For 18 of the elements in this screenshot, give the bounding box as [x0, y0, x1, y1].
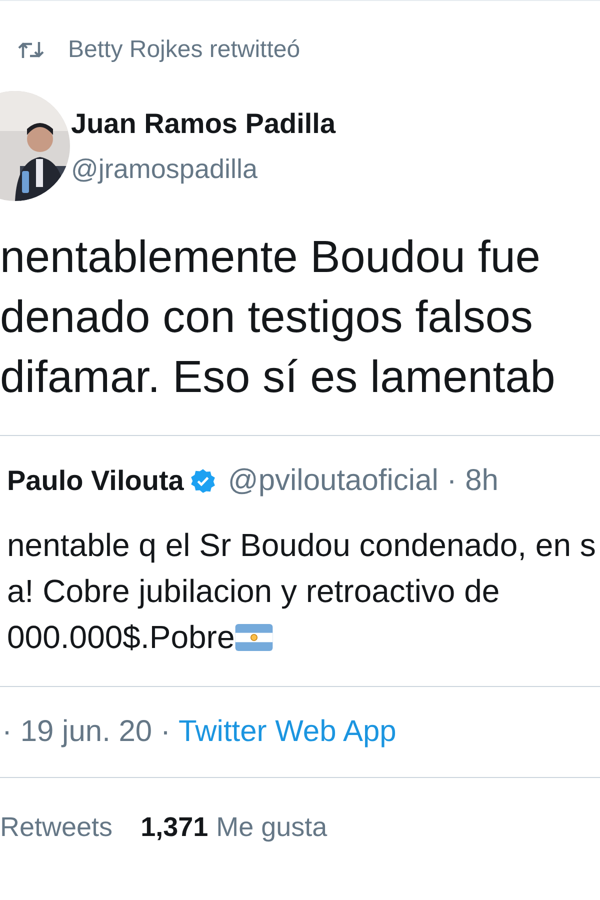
quoted-text-line: nentable q el Sr Boudou condenado, en s — [7, 526, 596, 564]
stat-label[interactable]: Retweets — [0, 812, 113, 843]
quoted-text-line: 000.000$.Pobre — [7, 618, 235, 656]
quoted-author-handle: @pviloutaoficial · 8h — [228, 464, 498, 498]
author-name[interactable]: Juan Ramos Padilla — [71, 108, 336, 140]
author-handle[interactable]: @jramospadilla — [71, 154, 336, 184]
quoted-tweet-card[interactable]: Paulo Vilouta @pviloutaoficial · 8h nentable q el Sr Boudou condenado, en s a! Cobre jubilacion y retroactivo de 000.000$.Pobre — [0, 435, 600, 687]
retweet-label: Betty Rojkes retwitteó — [68, 36, 300, 64]
tweet-date: · 19 jun. 20 · — [2, 715, 170, 749]
tweet-text-line: denado con testigos falsos — [0, 290, 534, 344]
quoted-text-line: a! Cobre jubilacion y retroactivo de — [7, 572, 500, 610]
tweet-text-line: nentablemente Boudou fue — [0, 230, 542, 284]
quoted-author-name: Paulo Vilouta — [7, 465, 184, 497]
retweet-icon — [18, 40, 44, 58]
stat-count[interactable]: 1,371 — [140, 812, 208, 843]
source-link[interactable]: Twitter Web App — [178, 715, 396, 749]
stat-label[interactable]: Me gusta — [216, 812, 328, 843]
tweet-text-line: difamar. Eso sí es lamentab — [0, 350, 556, 404]
